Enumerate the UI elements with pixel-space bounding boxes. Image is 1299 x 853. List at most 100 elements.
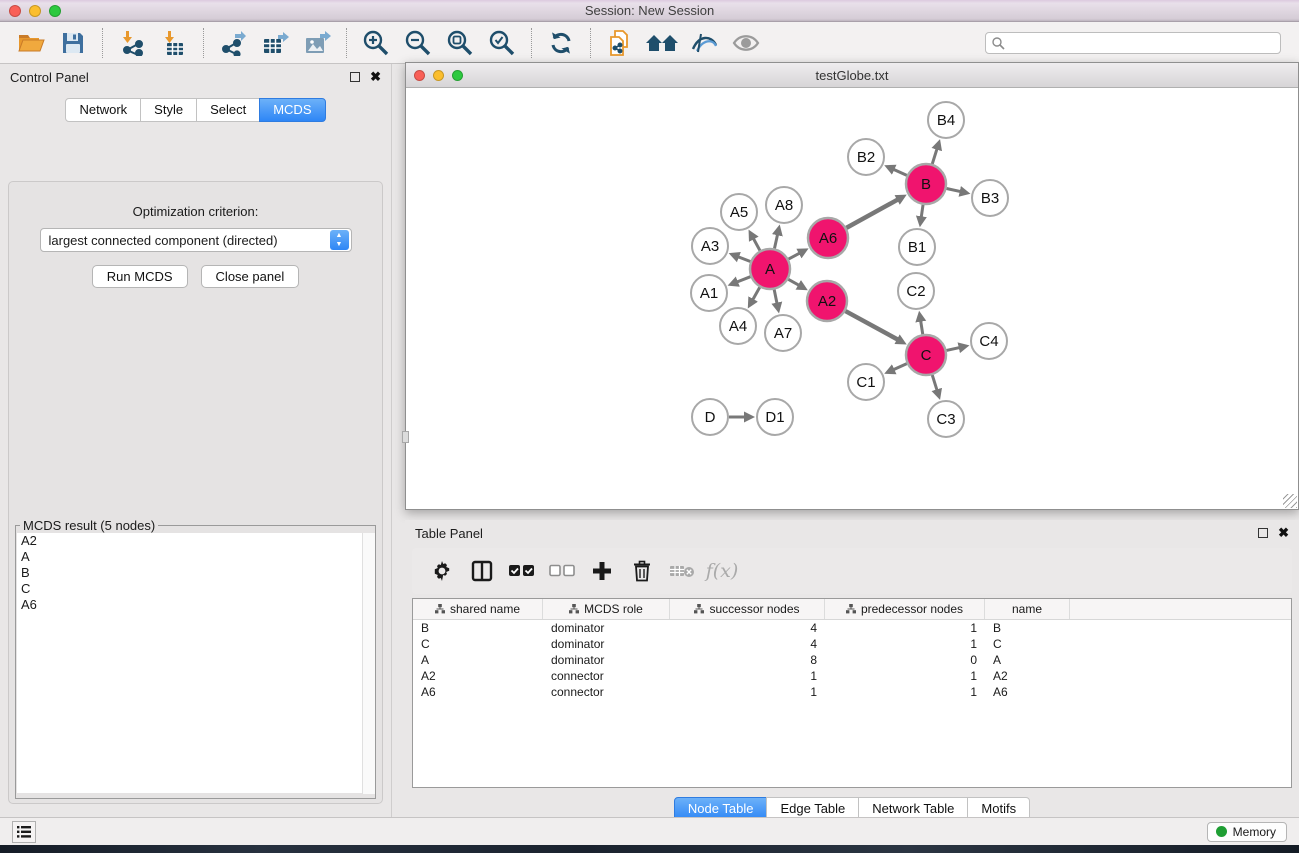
graph-edge-B-B3[interactable] xyxy=(947,188,962,191)
zoom-fit-icon[interactable] xyxy=(443,27,477,59)
export-table-icon[interactable] xyxy=(258,27,292,59)
home-icon[interactable] xyxy=(645,27,679,59)
table-row[interactable]: Adominator80A xyxy=(413,652,1291,668)
graph-node-C4[interactable]: C4 xyxy=(971,323,1007,359)
cell: C xyxy=(985,637,1070,651)
export-network-icon[interactable] xyxy=(216,27,250,59)
zoom-selected-icon[interactable] xyxy=(485,27,519,59)
close-panel-icon[interactable]: ✖ xyxy=(370,72,381,82)
refresh-icon[interactable] xyxy=(544,27,578,59)
hide-selected-icon[interactable] xyxy=(687,27,721,59)
select-all-icon[interactable] xyxy=(502,554,542,588)
resize-grip-icon[interactable] xyxy=(1283,494,1297,508)
column-header-shared-name[interactable]: shared name xyxy=(413,599,543,619)
graph-node-A6[interactable]: A6 xyxy=(808,218,848,258)
graph-node-B[interactable]: B xyxy=(906,164,946,204)
column-header-name[interactable]: name xyxy=(985,599,1070,619)
graph-edge-C-C4[interactable] xyxy=(946,347,960,350)
column-header-predecessor-nodes[interactable]: predecessor nodes xyxy=(825,599,985,619)
graph-node-A8[interactable]: A8 xyxy=(766,187,802,223)
import-table-icon[interactable] xyxy=(157,27,191,59)
graph-node-A2[interactable]: A2 xyxy=(807,281,847,321)
graph-node-A4[interactable]: A4 xyxy=(720,308,756,344)
graph-node-A7[interactable]: A7 xyxy=(765,315,801,351)
graph-edge-B-B4[interactable] xyxy=(932,148,937,164)
delete-table-icon[interactable] xyxy=(662,554,702,588)
optimization-select[interactable]: largest connected component (directed) ▲… xyxy=(40,228,352,252)
graph-node-C3[interactable]: C3 xyxy=(928,401,964,437)
graph-edge-A2-C[interactable] xyxy=(845,311,898,340)
graph-edge-B-B2[interactable] xyxy=(892,169,906,175)
graph-edge-C-C2[interactable] xyxy=(920,320,922,335)
add-icon[interactable] xyxy=(582,554,622,588)
result-item[interactable]: A2 xyxy=(17,533,374,549)
window-grip[interactable] xyxy=(402,431,409,443)
table-row[interactable]: Bdominator41B xyxy=(413,620,1291,636)
run-mcds-button[interactable]: Run MCDS xyxy=(92,265,188,288)
task-history-icon[interactable] xyxy=(12,821,36,843)
graph-edge-C-C1[interactable] xyxy=(892,364,906,370)
deselect-all-icon[interactable] xyxy=(542,554,582,588)
network-window-titlebar[interactable]: testGlobe.txt xyxy=(406,63,1298,88)
result-scrollbar[interactable] xyxy=(362,533,375,794)
column-header-successor-nodes[interactable]: successor nodes xyxy=(670,599,825,619)
tab-mcds[interactable]: MCDS xyxy=(259,98,325,122)
import-network-icon[interactable] xyxy=(115,27,149,59)
graph-edge-A-A2[interactable] xyxy=(788,279,800,286)
close-panel-button[interactable]: Close panel xyxy=(201,265,300,288)
graph-node-D1[interactable]: D1 xyxy=(757,399,793,435)
node-label: A4 xyxy=(729,318,747,335)
graph-node-A5[interactable]: A5 xyxy=(721,194,757,230)
close-table-panel-icon[interactable]: ✖ xyxy=(1278,528,1289,538)
graph-node-C[interactable]: C xyxy=(906,335,946,375)
export-image-icon[interactable] xyxy=(300,27,334,59)
table-row[interactable]: A2connector11A2 xyxy=(413,668,1291,684)
result-item[interactable]: B xyxy=(17,565,374,581)
result-item[interactable]: C xyxy=(17,581,374,597)
table-row[interactable]: Cdominator41C xyxy=(413,636,1291,652)
tab-style[interactable]: Style xyxy=(140,98,197,122)
result-item[interactable]: A xyxy=(17,549,374,565)
graph-node-C2[interactable]: C2 xyxy=(898,273,934,309)
graph-edge-C-C3[interactable] xyxy=(932,375,937,391)
tab-select[interactable]: Select xyxy=(196,98,260,122)
table-row[interactable]: A6connector11A6 xyxy=(413,684,1291,700)
memory-button[interactable]: Memory xyxy=(1207,822,1287,842)
float-table-panel-icon[interactable] xyxy=(1258,528,1268,538)
graph-node-C1[interactable]: C1 xyxy=(848,364,884,400)
graph-node-A[interactable]: A xyxy=(750,249,790,289)
graph-edge-A-A6[interactable] xyxy=(789,253,801,259)
graph-edge-A6-B[interactable] xyxy=(846,199,898,228)
open-file-icon[interactable] xyxy=(14,27,48,59)
graph-edge-A-A4[interactable] xyxy=(752,287,760,300)
save-session-icon[interactable] xyxy=(56,27,90,59)
graph-node-A1[interactable]: A1 xyxy=(691,275,727,311)
network-canvas[interactable]: B4 B2 B B3 B1 A5A8A6 A3 A A1 C2 A2 A4 A7 C4 C C1 C3 D D1 xyxy=(406,88,1298,509)
float-panel-icon[interactable] xyxy=(350,72,360,82)
column-header-MCDS-role[interactable]: MCDS role xyxy=(543,599,670,619)
graph-node-B3[interactable]: B3 xyxy=(972,180,1008,216)
clone-network-icon[interactable] xyxy=(603,27,637,59)
graph-edge-A-A8[interactable] xyxy=(774,233,777,248)
function-builder-icon[interactable]: f(x) xyxy=(702,554,742,588)
gear-icon[interactable] xyxy=(422,554,462,588)
tab-network[interactable]: Network xyxy=(65,98,141,122)
graph-edge-A-A5[interactable] xyxy=(753,237,760,250)
graph-node-B2[interactable]: B2 xyxy=(848,139,884,175)
zoom-in-icon[interactable] xyxy=(359,27,393,59)
graph-edge-A-A7[interactable] xyxy=(774,290,777,305)
graph-edge-B-B1[interactable] xyxy=(921,205,923,219)
graph-edge-A-A3[interactable] xyxy=(737,256,750,261)
graph-node-B4[interactable]: B4 xyxy=(928,102,964,138)
zoom-out-icon[interactable] xyxy=(401,27,435,59)
graph-node-D[interactable]: D xyxy=(692,399,728,435)
table-body: Bdominator41BCdominator41CAdominator80AA… xyxy=(413,620,1291,700)
graph-node-A3[interactable]: A3 xyxy=(692,228,728,264)
graph-edge-A-A1[interactable] xyxy=(736,277,750,283)
delete-icon[interactable] xyxy=(622,554,662,588)
columns-icon[interactable] xyxy=(462,554,502,588)
show-all-icon[interactable] xyxy=(729,27,763,59)
graph-node-B1[interactable]: B1 xyxy=(899,229,935,265)
search-input[interactable] xyxy=(985,32,1281,54)
result-item[interactable]: A6 xyxy=(17,597,374,613)
